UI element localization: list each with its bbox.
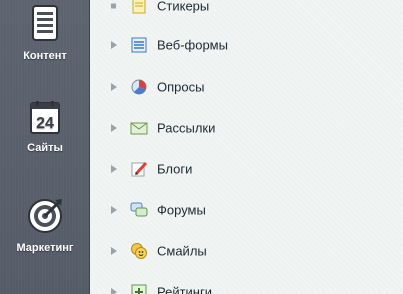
calendar-24-icon: 24 xyxy=(30,101,60,134)
menu-item-label: Смайлы xyxy=(157,243,207,259)
left-sidebar: Контент 24 Сайты Маркетинг xyxy=(0,0,90,294)
menu-item-label: Веб-формы xyxy=(157,37,228,53)
expand-arrow-icon[interactable] xyxy=(111,206,117,214)
content-menu-panel: Стикеры Веб-формы Опросы Рассылки Блоги … xyxy=(91,0,403,294)
menu-item-web-forms[interactable]: Веб-формы xyxy=(91,33,403,57)
expand-arrow-icon[interactable] xyxy=(111,165,117,173)
menu-item-label: Рассылки xyxy=(157,120,216,136)
sidebar-item-sites[interactable]: 24 Сайты xyxy=(0,100,90,154)
web-form-icon xyxy=(131,37,147,53)
expand-arrow-icon[interactable] xyxy=(111,41,117,49)
target-icon xyxy=(28,199,62,233)
poll-pie-icon xyxy=(131,79,147,95)
sidebar-item-label: Маркетинг xyxy=(16,242,74,254)
expand-arrow-icon[interactable] xyxy=(111,288,117,294)
sidebar-item-label: Сайты xyxy=(27,142,63,154)
menu-item-smileys[interactable]: Смайлы xyxy=(91,239,403,263)
calendar-day-text: 24 xyxy=(36,115,54,132)
sticker-icon xyxy=(132,0,146,14)
mail-icon xyxy=(130,122,148,135)
forum-bubbles-icon xyxy=(130,202,148,217)
menu-item-mailings[interactable]: Рассылки xyxy=(91,116,403,140)
expand-arrow-icon[interactable] xyxy=(111,247,117,255)
menu-item-forums[interactable]: Форумы xyxy=(91,198,403,222)
sidebar-item-marketing[interactable]: Маркетинг xyxy=(0,196,90,254)
menu-item-label: Форумы xyxy=(157,202,206,218)
menu-item-ratings[interactable]: Рейтинги xyxy=(91,280,403,294)
document-icon xyxy=(32,5,58,41)
blog-pencil-icon xyxy=(131,161,148,177)
smiley-icon xyxy=(131,243,147,259)
menu-item-stickers[interactable]: Стикеры xyxy=(91,0,403,18)
menu-item-label: Блоги xyxy=(157,161,193,177)
menu-item-label: Стикеры xyxy=(157,0,210,14)
menu-item-polls[interactable]: Опросы xyxy=(91,75,403,99)
rating-plus-icon xyxy=(131,284,147,294)
expand-arrow-icon[interactable] xyxy=(111,124,117,132)
menu-item-label: Рейтинги xyxy=(157,284,212,294)
menu-item-label: Опросы xyxy=(157,79,205,95)
expand-arrow-icon[interactable] xyxy=(111,83,117,91)
bullet-marker xyxy=(111,3,116,9)
menu-item-blogs[interactable]: Блоги xyxy=(91,157,403,181)
sidebar-item-label: Контент xyxy=(23,50,67,62)
sidebar-item-content[interactable]: Контент xyxy=(0,4,90,62)
